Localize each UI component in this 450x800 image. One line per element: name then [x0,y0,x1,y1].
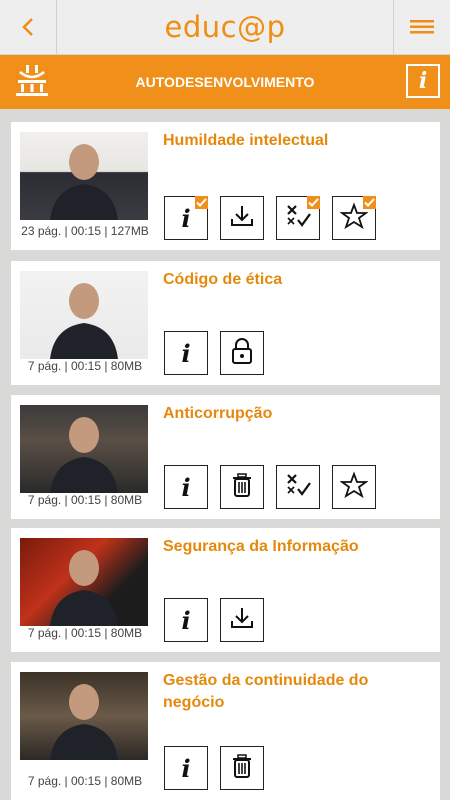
back-button[interactable] [0,0,57,54]
course-actions: i [164,465,376,509]
course-card[interactable]: 23 pág. | 00:15 | 127MB Humildade intelec… [11,122,440,250]
course-meta: 7 pág. | 00:15 | 80MB [27,626,143,640]
course-actions: i [164,598,264,642]
info-button[interactable]: i [406,64,440,98]
course-card[interactable]: 7 pág. | 00:15 | 80MB Código de ética i [11,261,440,385]
hamburger-icon [410,20,434,34]
favorite-button[interactable] [332,196,376,240]
info-icon: i [181,203,191,233]
app-logo: educ@p [164,10,286,44]
course-card[interactable]: 7 pág. | 00:15 | 80MB Segurança da Inform… [11,528,440,652]
course-thumbnail[interactable] [20,271,148,359]
course-meta: 7 pág. | 00:15 | 80MB [27,359,143,373]
star-icon [339,470,369,504]
quiz-icon [284,471,312,504]
check-badge-icon [195,196,208,209]
course-card[interactable]: 7 pág. | 00:15 | 80MB Anticorrupção i [11,395,440,519]
info-icon: i [181,753,191,783]
course-actions: i [164,331,264,375]
info-icon: i [418,68,428,94]
institution-icon [16,65,48,96]
info-button[interactable]: i [164,331,208,375]
lock-icon [230,337,254,370]
section-bar: AUTODESENVOLVIMENTO i [0,55,450,109]
course-card[interactable]: 7 pág. | 00:15 | 80MB Gestão da continuid… [11,662,440,800]
quiz-button[interactable] [276,196,320,240]
download-icon [229,605,255,636]
info-icon: i [181,605,191,635]
course-title[interactable]: Código de ética [163,269,430,291]
check-badge-icon [363,196,376,209]
delete-button[interactable] [220,465,264,509]
download-button[interactable] [220,196,264,240]
info-button[interactable]: i [164,465,208,509]
info-icon: i [181,472,191,502]
info-button[interactable]: i [164,196,208,240]
course-thumbnail[interactable] [20,405,148,493]
course-meta: 7 pág. | 00:15 | 80MB [27,774,143,788]
course-actions: i [164,746,264,790]
course-thumbnail[interactable] [20,672,148,760]
course-thumbnail[interactable] [20,132,148,220]
course-title[interactable]: Anticorrupção [163,403,430,425]
section-title: AUTODESENVOLVIMENTO [135,74,315,90]
course-title[interactable]: Humildade intelectual [163,130,430,152]
check-badge-icon [307,196,320,209]
trash-icon [230,752,254,785]
download-icon [229,203,255,234]
top-bar: educ@p [0,0,450,55]
info-button[interactable]: i [164,598,208,642]
course-title[interactable]: Segurança da Informação [163,536,430,558]
course-actions: i [164,196,376,240]
delete-button[interactable] [220,746,264,790]
course-meta: 7 pág. | 00:15 | 80MB [27,493,143,507]
chevron-left-icon [22,18,33,36]
info-icon: i [181,338,191,368]
course-thumbnail[interactable] [20,538,148,626]
course-title[interactable]: Gestão da continuidade do negócio [163,670,380,714]
download-button[interactable] [220,598,264,642]
trash-icon [230,471,254,504]
menu-button[interactable] [393,0,450,54]
info-button[interactable]: i [164,746,208,790]
locked-button[interactable] [220,331,264,375]
favorite-button[interactable] [332,465,376,509]
course-meta: 23 pág. | 00:15 | 127MB [21,224,149,238]
quiz-button[interactable] [276,465,320,509]
